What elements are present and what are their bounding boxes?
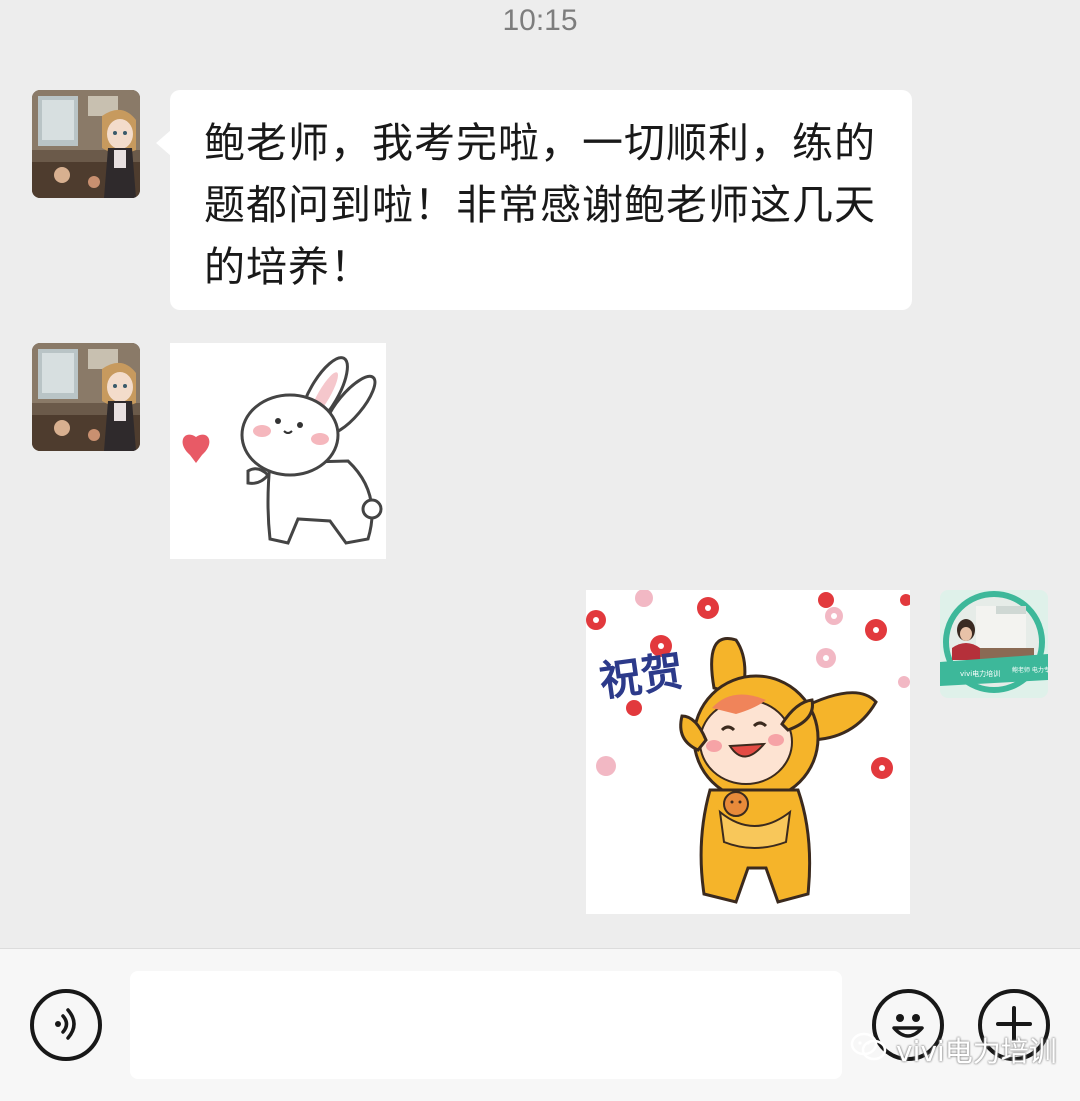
sender-avatar[interactable] — [32, 343, 140, 451]
wechat-icon — [850, 1032, 888, 1069]
message-text: 鲍老师，我考完啦，一切顺利，练的题都问到啦！非常感谢鲍老师这几天的培养！ — [204, 119, 876, 291]
voice-button[interactable] — [30, 989, 102, 1061]
watermark: vivi电力培训 — [850, 1030, 1057, 1070]
watermark-text: vivi电力培训 — [896, 1035, 1057, 1068]
message-input[interactable] — [130, 971, 842, 1079]
voice-icon — [46, 1004, 86, 1047]
chat-input-bar — [0, 948, 1080, 1101]
avatar-banner-right: 鲍老师 电力专家 — [1012, 666, 1048, 674]
teacher-avatar[interactable]: vivi电力培训 鲍老师 电力专家 — [940, 590, 1048, 698]
avatar-banner-left: vivi电力培训 — [960, 669, 1000, 678]
congrats-kangaroo-sticker[interactable]: 祝贺 — [586, 589, 912, 914]
chat-timestamp: 10:15 — [502, 4, 578, 37]
message-bubble[interactable]: 鲍老师，我考完啦，一切顺利，练的题都问到啦！非常感谢鲍老师这几天的培养！ — [156, 90, 912, 310]
sender-avatar[interactable] — [32, 90, 140, 198]
bunny-heart-sticker[interactable] — [170, 343, 386, 559]
